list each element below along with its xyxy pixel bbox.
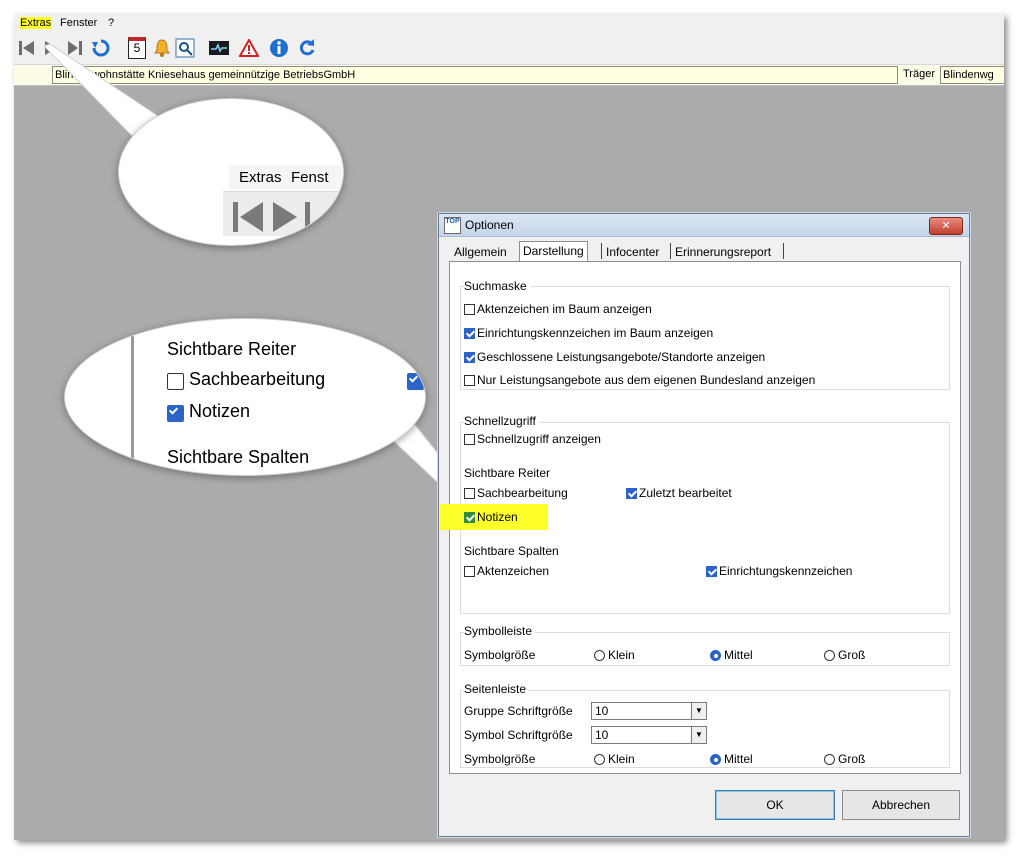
zoom-spalten-title: Sichtbare Spalten xyxy=(167,447,310,467)
sichtbare-reiter-title: Sichtbare Reiter xyxy=(464,466,551,480)
zoom-sachbearbeitung-label: Sachbearbeitung xyxy=(189,369,326,389)
label-eigenes-bundesland: Nur Leistungsangebote aus dem eigenen Bu… xyxy=(477,373,816,387)
tab-separator xyxy=(670,243,671,259)
tab-allgemein[interactable]: Allgemein xyxy=(451,243,510,261)
checkbox-eigenes-bundesland[interactable] xyxy=(464,375,475,386)
zoom-zuletzt-checkbox xyxy=(407,373,424,390)
zoom-toolbar-strip xyxy=(223,191,343,236)
symbol-schriftgroesse-select[interactable]: 10 ▼ xyxy=(591,726,707,744)
symbol-schriftgroesse-label: Symbol Schriftgröße xyxy=(464,728,573,742)
radio-symbolleiste-gross[interactable] xyxy=(824,650,835,661)
group-seitenleiste-title: Seitenleiste xyxy=(464,682,530,696)
label-seitenleiste-klein: Klein xyxy=(608,752,635,766)
radio-symbolleiste-mittel[interactable] xyxy=(710,650,721,661)
zoom-menu-extras: Extras xyxy=(239,169,282,186)
label-symbolleiste-klein: Klein xyxy=(608,648,635,662)
label-symbolleiste-mittel: Mittel xyxy=(724,648,753,662)
checkbox-geschlossene-leistungsangebote[interactable] xyxy=(464,352,475,363)
gruppe-schriftgroesse-value: 10 xyxy=(595,704,609,718)
dialog-titlebar[interactable]: TOP Optionen ✕ xyxy=(439,214,969,237)
checkbox-einrichtungskennzeichen-spalte[interactable] xyxy=(706,566,717,577)
close-button[interactable]: ✕ xyxy=(929,217,963,235)
symbolleiste-size-label: Symbolgröße xyxy=(464,648,536,662)
checkbox-aktenzeichen-baum[interactable] xyxy=(464,304,475,315)
label-notizen: Notizen xyxy=(477,510,518,524)
chevron-down-icon[interactable]: ▼ xyxy=(691,727,706,743)
gruppe-schriftgroesse-select[interactable]: 10 ▼ xyxy=(591,702,707,720)
checkbox-sachbearbeitung[interactable] xyxy=(464,488,475,499)
chevron-down-icon[interactable]: ▼ xyxy=(691,703,706,719)
group-symbolleiste-title: Symbolleiste xyxy=(464,624,536,638)
zoom-panel-edge xyxy=(131,319,134,475)
zoom-nav-icon xyxy=(233,202,310,232)
sichtbare-spalten-title: Sichtbare Spalten xyxy=(464,544,559,558)
tab-separator xyxy=(601,243,602,259)
label-einrichtungskennzeichen-baum: Einrichtungskennzeichen im Baum anzeigen xyxy=(477,326,714,340)
cancel-button[interactable]: Abbrechen xyxy=(842,790,960,820)
zoom-notizen-label: Notizen xyxy=(189,401,251,421)
seitenleiste-size-label: Symbolgröße xyxy=(464,752,536,766)
label-symbolleiste-gross: Groß xyxy=(838,648,866,662)
gruppe-schriftgroesse-label: Gruppe Schriftgröße xyxy=(464,704,573,718)
radio-symbolleiste-klein[interactable] xyxy=(594,650,605,661)
group-schnellzugriff-title: Schnellzugriff xyxy=(464,414,539,428)
checkbox-aktenzeichen-spalte[interactable] xyxy=(464,566,475,577)
label-seitenleiste-gross: Groß xyxy=(838,752,866,766)
magnifier-reiter: Sichtbare Reiter Sachbearbeitung Notizen… xyxy=(64,318,426,476)
label-zuletzt-bearbeitet: Zuletzt bearbeitet xyxy=(639,486,732,500)
radio-seitenleiste-klein[interactable] xyxy=(594,754,605,765)
magnifier-menu: Extras Fenst xyxy=(118,98,344,246)
checkbox-notizen[interactable] xyxy=(464,512,475,523)
label-geschlossene-leistungsangebote: Geschlossene Leistungsangebote/Standorte… xyxy=(477,350,766,364)
group-suchmaske-title: Suchmaske xyxy=(464,279,530,293)
label-aktenzeichen-baum: Aktenzeichen im Baum anzeigen xyxy=(477,302,652,316)
dialog-title: Optionen xyxy=(465,218,514,232)
symbol-schriftgroesse-value: 10 xyxy=(595,728,609,742)
tab-darstellung[interactable]: Darstellung xyxy=(519,241,588,262)
ok-button[interactable]: OK xyxy=(715,790,835,820)
checkbox-zuletzt-bearbeitet[interactable] xyxy=(626,488,637,499)
tab-separator xyxy=(783,243,784,259)
options-dialog: TOP Optionen ✕ Allgemein Darstellung Inf… xyxy=(438,213,970,837)
checkbox-einrichtungskennzeichen-baum[interactable] xyxy=(464,328,475,339)
label-seitenleiste-mittel: Mittel xyxy=(724,752,753,766)
tab-infocenter[interactable]: Infocenter xyxy=(603,243,662,261)
tab-panel-darstellung: Suchmaske Aktenzeichen im Baum anzeigen … xyxy=(440,261,961,774)
checkbox-schnellzugriff-anzeigen[interactable] xyxy=(464,434,475,445)
zoom-reiter-title: Sichtbare Reiter xyxy=(167,339,297,359)
label-aktenzeichen-spalte: Aktenzeichen xyxy=(477,564,550,578)
zoom-notizen-checkbox xyxy=(167,405,184,422)
label-sachbearbeitung: Sachbearbeitung xyxy=(477,486,568,500)
radio-seitenleiste-gross[interactable] xyxy=(824,754,835,765)
radio-seitenleiste-mittel[interactable] xyxy=(710,754,721,765)
label-einrichtungskennzeichen-spalte: Einrichtungskennzeichen xyxy=(719,564,853,578)
zoom-sachbearbeitung-checkbox xyxy=(167,373,184,390)
zoom-menu-fenster: Fenst xyxy=(291,169,329,186)
app-logo-icon: TOP xyxy=(444,217,461,234)
app-window: Extras Fenster ? 5 Blindenwohnstätte Kni… xyxy=(14,14,1004,840)
tab-erinnerungsreport[interactable]: Erinnerungsreport xyxy=(672,243,774,261)
label-schnellzugriff-anzeigen: Schnellzugriff anzeigen xyxy=(477,432,601,446)
